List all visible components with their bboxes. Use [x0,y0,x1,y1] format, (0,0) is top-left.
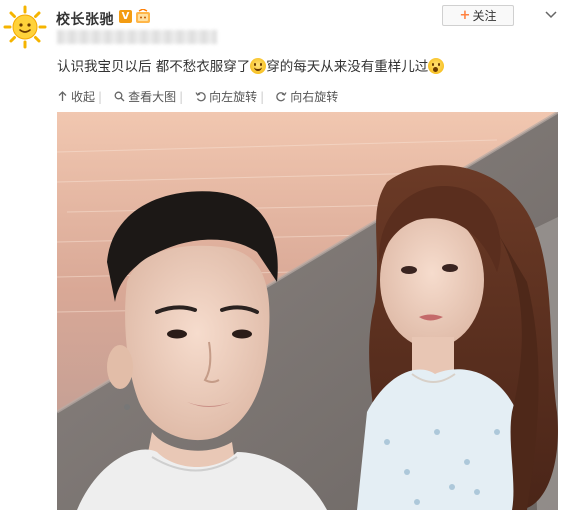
plus-icon: + [459,8,471,23]
username[interactable]: 校长张驰 [56,9,114,29]
awe-emoji-icon [428,58,445,74]
collapse-label: 收起 [71,90,96,104]
rotate-right-button[interactable]: 向右旋转 [276,88,344,105]
rotate-left-label: 向左旋转 [209,90,258,104]
post-text: 认识我宝贝以后 都不愁衣服穿了 穿的每天从来没有重样儿过 [57,55,445,75]
view-large-button[interactable]: 查看大图 | [114,88,195,105]
sun-avatar-icon [3,5,47,49]
rotate-right-icon [276,92,287,102]
search-icon [114,91,125,102]
follow-label: 关注 [472,9,497,23]
avatar[interactable] [2,4,48,50]
view-large-label: 查看大图 [128,90,177,104]
collapse-button[interactable]: 收起 | [57,88,114,105]
post-text-part2: 穿的每天从来没有重样儿过 [266,59,429,75]
rotate-left-icon [195,92,206,102]
post-meta-blurred [57,30,217,44]
couple-selfie-image [57,112,558,510]
smile-emoji-icon [250,58,267,74]
rotate-right-label: 向右旋转 [290,90,339,104]
collapse-icon [58,91,67,101]
chevron-down-icon[interactable] [544,7,558,21]
image-toolbar: 收起 | 查看大图 | 向左旋转 | 向右旋转 [57,88,344,105]
verified-badge: V [119,10,132,23]
post-photo[interactable] [57,112,558,510]
follow-button[interactable]: + 关注 [442,5,514,26]
rotate-left-button[interactable]: 向左旋转 | [195,88,276,105]
post-text-part1: 认识我宝贝以后 都不愁衣服穿了 [57,59,251,75]
vip-level-icon [135,8,151,24]
